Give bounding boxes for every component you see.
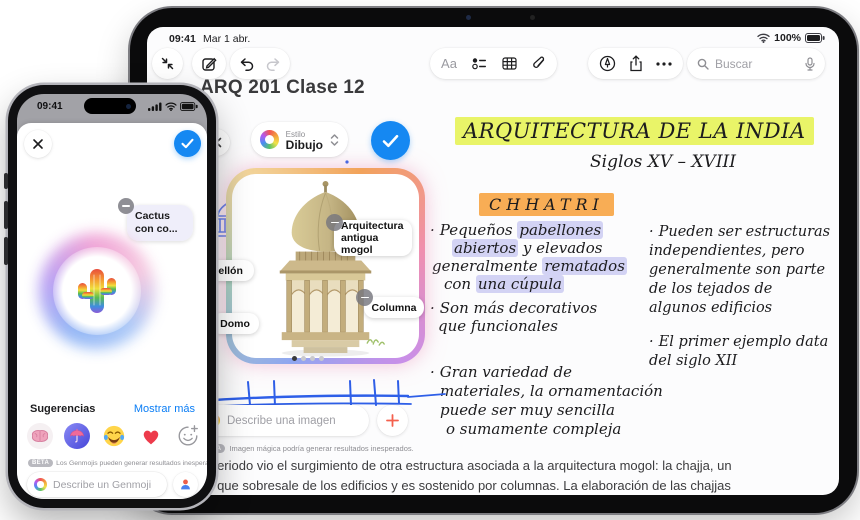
markup-button[interactable] <box>599 55 616 72</box>
mic-icon <box>805 57 815 71</box>
undo-button[interactable] <box>239 57 254 71</box>
ipad-status-date: Mar 1 abr. <box>203 33 250 45</box>
heart-icon <box>140 426 162 446</box>
markup-icon <box>599 55 616 72</box>
ellipsis-icon <box>656 62 672 66</box>
paperclip-icon <box>532 56 546 71</box>
ipad-status-battery-pct: 100% <box>774 32 801 44</box>
accept-image-button[interactable] <box>371 121 410 160</box>
label-columna[interactable]: Columna <box>364 297 424 318</box>
checklist-icon <box>472 57 487 70</box>
describe-image-input[interactable]: Describe una imagen <box>196 405 369 436</box>
battery-icon <box>180 102 198 111</box>
note-bullet-4: ·Pueden ser estructuras independientes, … <box>649 223 830 318</box>
camera-sensor-dot <box>530 15 535 20</box>
generated-image-card[interactable] <box>226 168 425 364</box>
ipad-device: 09:41 Mar 1 abr. 100% <box>130 8 857 513</box>
add-image-prompt-button[interactable] <box>377 405 408 436</box>
handwritten-subheading: Siglos XV – XVIII <box>590 152 736 172</box>
wifi-icon <box>757 33 770 43</box>
remove-prompt-button[interactable] <box>118 198 134 214</box>
front-camera-dot <box>466 15 471 20</box>
ipad-status-time: 09:41 <box>169 33 196 45</box>
more-button[interactable] <box>656 62 672 66</box>
describe-genmoji-input[interactable]: Describe un Genmoji <box>27 472 167 497</box>
iphone-screen: 09:41 Cactus con co... <box>17 94 207 499</box>
describe-image-placeholder: Describe una imagen <box>227 415 336 427</box>
laughing-emoji-suggestion[interactable] <box>101 423 127 449</box>
close-genmoji-button[interactable] <box>24 130 52 158</box>
collapse-icon <box>160 56 175 71</box>
note-bullet-5: ·El primer ejemplo data del siglo XII <box>649 333 828 371</box>
share-button[interactable] <box>629 55 643 72</box>
mute-switch <box>4 173 8 189</box>
genmoji-disclaimer: BETA Los Genmojis pueden generar resulta… <box>28 459 200 467</box>
wifi-icon <box>165 102 177 111</box>
accept-genmoji-button[interactable] <box>174 130 201 157</box>
describe-genmoji-placeholder: Describe un Genmoji <box>53 479 151 491</box>
page-title: ARQ 201 Clase 12 <box>200 77 365 99</box>
image-pagination-dots[interactable] <box>292 356 324 361</box>
table-button[interactable] <box>502 57 517 70</box>
iphone-status-time: 09:41 <box>37 101 63 112</box>
collapse-button[interactable] <box>152 48 183 79</box>
prompt-bubble[interactable]: Cactus con co... <box>127 205 193 241</box>
add-smiley-icon <box>176 424 200 448</box>
suggestions-title: Sugerencias <box>30 403 95 415</box>
search-field[interactable]: Buscar <box>687 48 825 79</box>
person-icon <box>179 478 192 491</box>
genmoji-sheet: Cactus con co... <box>17 123 207 499</box>
note-body-text: e periodo vio el surgimiento de otra est… <box>199 456 799 495</box>
dynamic-island <box>84 98 136 114</box>
redo-icon <box>266 57 281 71</box>
new-genmoji-suggestion[interactable] <box>175 423 201 449</box>
iphone-device: 09:41 Cactus con co... <box>8 85 216 508</box>
beta-badge: BETA <box>28 459 53 467</box>
undo-icon <box>239 57 254 71</box>
search-icon <box>697 58 709 70</box>
check-icon <box>382 134 399 148</box>
checklist-button[interactable] <box>472 57 487 70</box>
label-arquitectura-mogol[interactable]: Arquitecturaantigua mogol <box>334 220 412 256</box>
brain-emoji-suggestion[interactable] <box>27 423 53 449</box>
compose-icon <box>201 56 217 72</box>
volume-up-button <box>4 201 8 229</box>
camera-dot <box>126 104 131 109</box>
ipad-screen: 09:41 Mar 1 abr. 100% <box>147 27 839 495</box>
text-format-button[interactable]: Aa <box>441 56 457 71</box>
chhatri-illustration <box>232 174 419 358</box>
umbrella-icon <box>68 427 86 445</box>
battery-icon <box>805 33 825 43</box>
label-domo[interactable]: Domo <box>211 313 259 334</box>
close-icon <box>32 138 44 150</box>
remove-label-columna-button[interactable] <box>356 289 373 306</box>
search-placeholder: Buscar <box>715 57 752 71</box>
table-icon <box>502 57 517 70</box>
brain-icon <box>29 427 51 445</box>
check-icon <box>181 138 194 149</box>
generated-image <box>232 174 419 358</box>
style-value: Dibujo <box>286 140 323 151</box>
share-icon <box>629 55 643 72</box>
suggestion-row <box>27 423 201 449</box>
image-tool-disclaimer: BETA Imagen mágica podría generar result… <box>199 444 414 453</box>
person-genmoji-button[interactable] <box>173 472 198 497</box>
style-swatch-icon <box>260 130 279 149</box>
signal-icon <box>148 102 162 111</box>
chevron-up-down-icon <box>330 133 339 147</box>
compose-note-button[interactable] <box>192 48 226 79</box>
remove-label-arch-button[interactable] <box>326 214 343 231</box>
plus-icon <box>386 414 399 427</box>
heart-emoji-suggestion[interactable] <box>138 423 164 449</box>
show-more-link[interactable]: Mostrar más <box>134 403 195 415</box>
style-picker[interactable]: Estilo Dibujo <box>251 122 348 157</box>
volume-down-button <box>4 237 8 265</box>
redo-button[interactable] <box>266 57 281 71</box>
umbrella-genmoji-suggestion[interactable] <box>64 423 90 449</box>
ai-flower-icon <box>34 478 47 491</box>
attachment-button[interactable] <box>532 56 546 71</box>
rainbow-cactus-genmoji[interactable] <box>76 265 118 317</box>
laughing-face-icon <box>102 424 126 448</box>
dictation-button[interactable] <box>805 57 815 71</box>
